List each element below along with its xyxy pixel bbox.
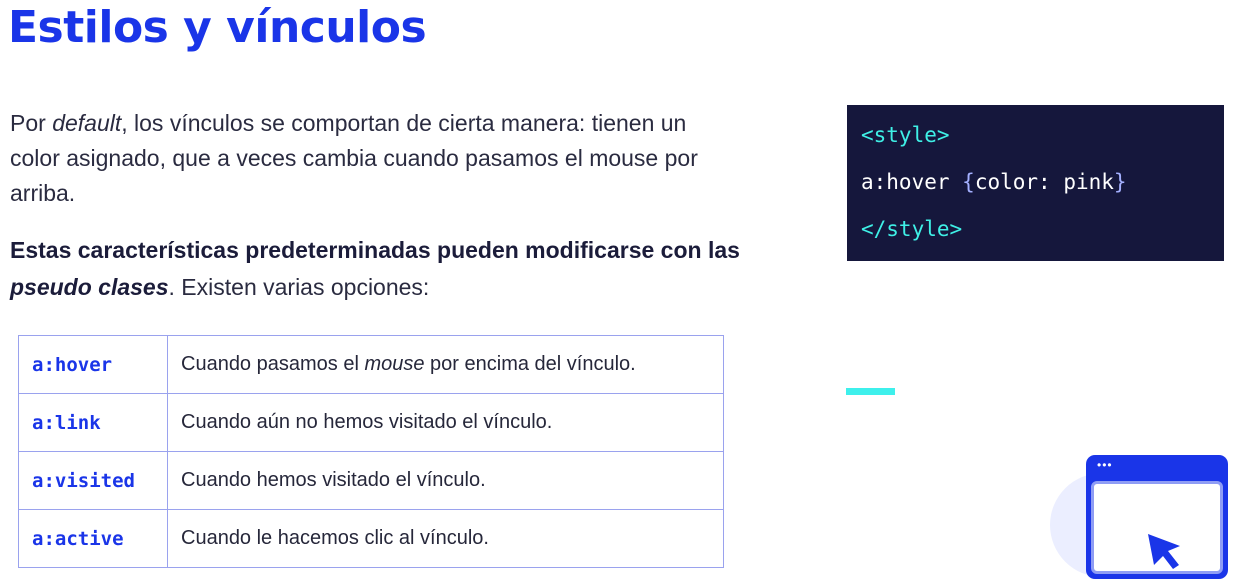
- description-text: Cuando pasamos el: [181, 353, 365, 375]
- pseudo-classes-table: a:hover Cuando pasamos el mouse por enci…: [18, 335, 724, 568]
- description-cell: Cuando pasamos el mouse por encima del v…: [167, 335, 724, 394]
- description-cell: Cuando le hacemos clic al vínculo.: [167, 509, 724, 568]
- selector-cell: a:visited: [18, 451, 168, 510]
- code-line-rule: a:hover {color: pink}: [861, 170, 1224, 217]
- description-cell: Cuando aún no hemos visitado el vínculo.: [167, 393, 724, 452]
- selector-cell: a:link: [18, 393, 168, 452]
- brace-close: }: [1113, 170, 1127, 194]
- intro-paragraph: Por default, los vínculos se comportan d…: [10, 106, 730, 211]
- summary-bold-text: Estas características predeterminadas pu…: [10, 237, 740, 263]
- selector-cell: a:hover: [18, 335, 168, 394]
- code-example-box: <style> a:hover {color: pink} </style>: [847, 105, 1224, 261]
- code-line-open: <style>: [861, 123, 1224, 170]
- description-emphasis: mouse: [364, 353, 425, 375]
- style-open-tag: <style>: [861, 123, 950, 147]
- description-text: por encima del vínculo.: [424, 353, 636, 375]
- table-row: a:active Cuando le hacemos clic al víncu…: [18, 509, 724, 568]
- summary-bold-emphasis: pseudo clases: [10, 274, 169, 300]
- selector-cell: a:active: [18, 509, 168, 568]
- description-cell: Cuando hemos visitado el vínculo.: [167, 451, 724, 510]
- accent-bar: [846, 388, 895, 395]
- summary-text-after: . Existen varias opciones:: [168, 274, 430, 300]
- window-dots-icon: •••: [1097, 458, 1113, 472]
- rule-body: color: pink: [974, 170, 1114, 194]
- rule-selector: a:hover: [861, 170, 963, 194]
- page-title: Estilos y vínculos: [8, 2, 427, 53]
- table-row: a:link Cuando aún no hemos visitado el v…: [18, 393, 724, 452]
- intro-text-before: Por: [10, 110, 53, 136]
- summary-paragraph: Estas características predeterminadas pu…: [10, 232, 750, 306]
- style-close-tag: </style>: [861, 217, 963, 241]
- table-row: a:hover Cuando pasamos el mouse por enci…: [18, 335, 724, 394]
- intro-emphasis: default: [52, 110, 122, 136]
- table-row: a:visited Cuando hemos visitado el víncu…: [18, 451, 724, 510]
- window-screen: [1091, 481, 1223, 574]
- code-line-close: </style>: [861, 217, 1224, 264]
- brace-open: {: [962, 170, 975, 194]
- cursor-arrow-icon: [1148, 534, 1180, 569]
- browser-window-cursor-icon: •••: [1086, 455, 1228, 579]
